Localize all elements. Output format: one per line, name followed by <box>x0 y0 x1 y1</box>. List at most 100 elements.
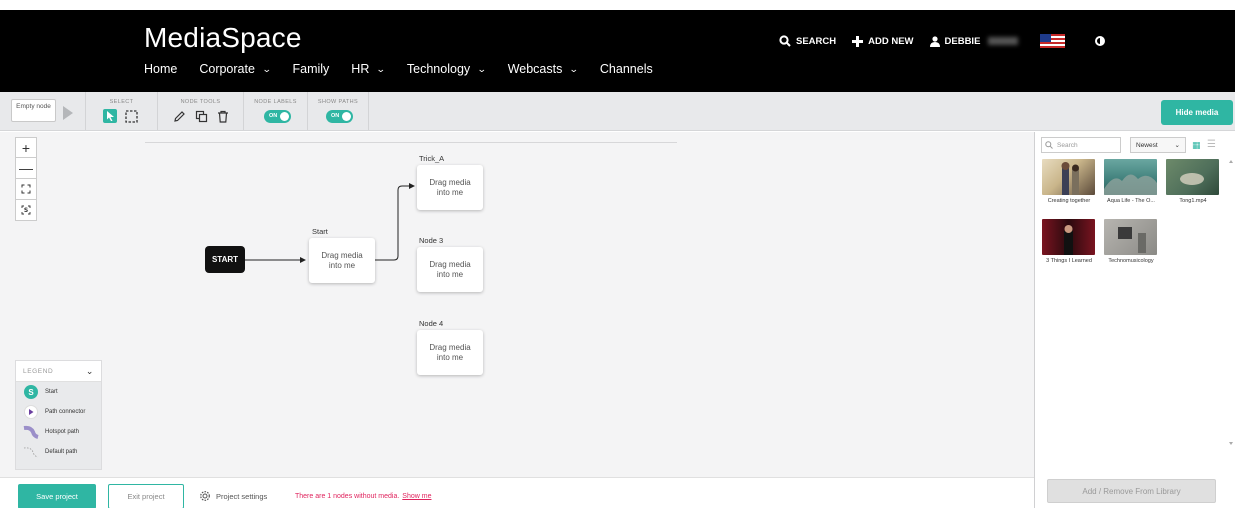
us-flag-icon[interactable] <box>1040 34 1066 48</box>
node-title: Node 4 <box>419 319 444 328</box>
media-thumbnail[interactable] <box>1104 219 1157 255</box>
media-thumbnail[interactable] <box>1104 159 1157 195</box>
marquee-select-button[interactable] <box>124 109 138 123</box>
search-label: SEARCH <box>796 35 837 47</box>
chevron-down-icon: ⌄ <box>85 365 94 376</box>
toggle-state: ON <box>331 113 340 119</box>
user-name: DEBBIE <box>944 35 981 47</box>
people-image <box>1061 162 1079 195</box>
main-nav: Home Corporate ⌄ Family HR ⌄ Technology ⌄ W… <box>144 62 675 76</box>
duplicate-node-button[interactable] <box>194 109 208 123</box>
media-thumbnail[interactable] <box>1042 219 1095 255</box>
media-panel: Search Newest ⌄ ▦ ☰ Creating together Aq… <box>1034 132 1235 508</box>
drag-arrow-icon <box>63 106 73 120</box>
pencil-icon <box>173 110 185 122</box>
media-caption: Tong1.mp4 <box>1179 198 1207 204</box>
site-logo[interactable]: MediaSpace <box>144 22 302 54</box>
media-search-input[interactable]: Search <box>1041 137 1121 153</box>
nav-item-home[interactable]: Home <box>144 62 177 76</box>
media-scrollbar[interactable] <box>1229 159 1233 449</box>
show-paths-toggle[interactable]: ON <box>326 110 353 123</box>
show-paths-group: SHOW PATHS ON <box>307 92 369 130</box>
duplicate-icon <box>195 110 207 122</box>
node-labels-group: NODE LABELS ON <box>243 92 307 130</box>
add-remove-library-button[interactable]: Add / Remove From Library <box>1047 479 1216 503</box>
exit-project-button[interactable]: Exit project <box>108 484 184 508</box>
missing-media-warning: There are 1 nodes without media. Show me <box>295 493 431 500</box>
path-canvas[interactable]: + — S START Start Drag media into me Tri… <box>0 132 1034 477</box>
nav-label: Corporate <box>199 62 255 76</box>
nav-label: Family <box>292 62 330 76</box>
node-3[interactable]: Drag media into me <box>417 247 483 292</box>
media-caption: 3 Things I Learned <box>1046 258 1092 264</box>
hide-media-button[interactable]: Hide media <box>1161 100 1233 125</box>
path-connections <box>245 183 415 263</box>
nav-item-corporate[interactable]: Corporate ⌄ <box>199 62 271 76</box>
empty-node-tile[interactable]: Empty node <box>11 99 56 122</box>
node-labels-toggle[interactable]: ON <box>264 110 291 123</box>
select-pointer-button[interactable] <box>103 109 117 123</box>
nav-item-channels[interactable]: Channels <box>600 62 653 76</box>
search-placeholder: Search <box>1057 141 1078 149</box>
project-settings-label: Project settings <box>216 491 268 501</box>
nav-label: Channels <box>599 62 653 76</box>
add-new-button[interactable]: ADD NEW <box>852 35 914 47</box>
start-badge-icon: S <box>24 385 38 399</box>
editor-footer: Save project Exit project Project settin… <box>0 477 1034 508</box>
legend-item-label: Default path <box>45 449 78 455</box>
nav-item-hr[interactable]: HR ⌄ <box>351 62 387 76</box>
grid-view-icon[interactable]: ▦ <box>1192 140 1201 151</box>
legend-item: Default path <box>16 442 101 462</box>
boat-image <box>1180 173 1204 185</box>
plus-icon <box>852 35 864 47</box>
legend-item-label: Path connector <box>45 409 86 415</box>
coral-image <box>1104 174 1157 195</box>
user-menu[interactable]: DEBBIE <box>929 35 1019 47</box>
contrast-toggle-icon[interactable] <box>1095 36 1106 46</box>
legend-item: Hotspot path <box>16 422 101 442</box>
node-title: Trick_A <box>419 154 445 163</box>
node-4[interactable]: Drag media into me <box>417 330 483 375</box>
nav-item-webcasts[interactable]: Webcasts ⌄ <box>507 62 579 76</box>
chevron-down-icon: ⌄ <box>376 63 387 74</box>
redacted-surname <box>988 37 1019 45</box>
media-thumbnail[interactable] <box>1042 159 1095 195</box>
show-paths-label: SHOW PATHS <box>317 99 359 105</box>
editor-toolbar: Empty node SELECT NODE TOOLS NODE LABELS… <box>0 92 1235 131</box>
legend-item: S Start <box>16 382 101 402</box>
path-connector-icon <box>24 405 38 419</box>
header-actions: SEARCH ADD NEW DEBBIE <box>779 34 1106 48</box>
marquee-icon <box>124 109 138 123</box>
path-editor-page: MediaSpace Home Corporate ⌄ Family HR ⌄ Te… <box>0 0 1235 508</box>
nav-label: Home <box>144 62 178 76</box>
project-settings-button[interactable]: Project settings <box>199 490 267 502</box>
select-group-label: SELECT <box>109 99 134 105</box>
node-start[interactable]: Drag media into me <box>309 238 375 283</box>
pointer-icon <box>106 111 114 121</box>
sort-select[interactable]: Newest ⌄ <box>1130 137 1186 153</box>
list-view-icon[interactable]: ☰ <box>1207 139 1216 150</box>
speaker-image <box>1064 225 1073 255</box>
edit-node-button[interactable] <box>172 109 186 123</box>
nav-label: Webcasts <box>507 62 563 76</box>
sort-value: Newest <box>1136 141 1158 149</box>
media-thumbnail[interactable] <box>1166 159 1219 195</box>
search-button[interactable]: SEARCH <box>779 35 836 47</box>
node-title: Start <box>312 227 328 236</box>
room-image <box>1118 227 1146 253</box>
nav-label: HR <box>351 62 370 76</box>
node-trick-a[interactable]: Drag media into me <box>417 165 483 210</box>
media-caption: Aqua Life - The O... <box>1107 198 1155 204</box>
legend-item-label: Start <box>45 389 58 395</box>
nav-item-technology[interactable]: Technology ⌄ <box>407 62 487 76</box>
connection-start-to-trick <box>375 183 415 261</box>
show-me-link[interactable]: Show me <box>402 493 431 500</box>
legend-header[interactable]: LEGEND ⌄ <box>16 361 101 382</box>
delete-node-button[interactable] <box>216 109 230 123</box>
save-project-button[interactable]: Save project <box>18 484 96 508</box>
toggle-knob <box>280 112 289 121</box>
gear-icon <box>200 491 210 501</box>
trash-icon <box>218 110 228 123</box>
nav-item-family[interactable]: Family <box>292 62 329 76</box>
start-node[interactable]: START <box>205 246 245 273</box>
